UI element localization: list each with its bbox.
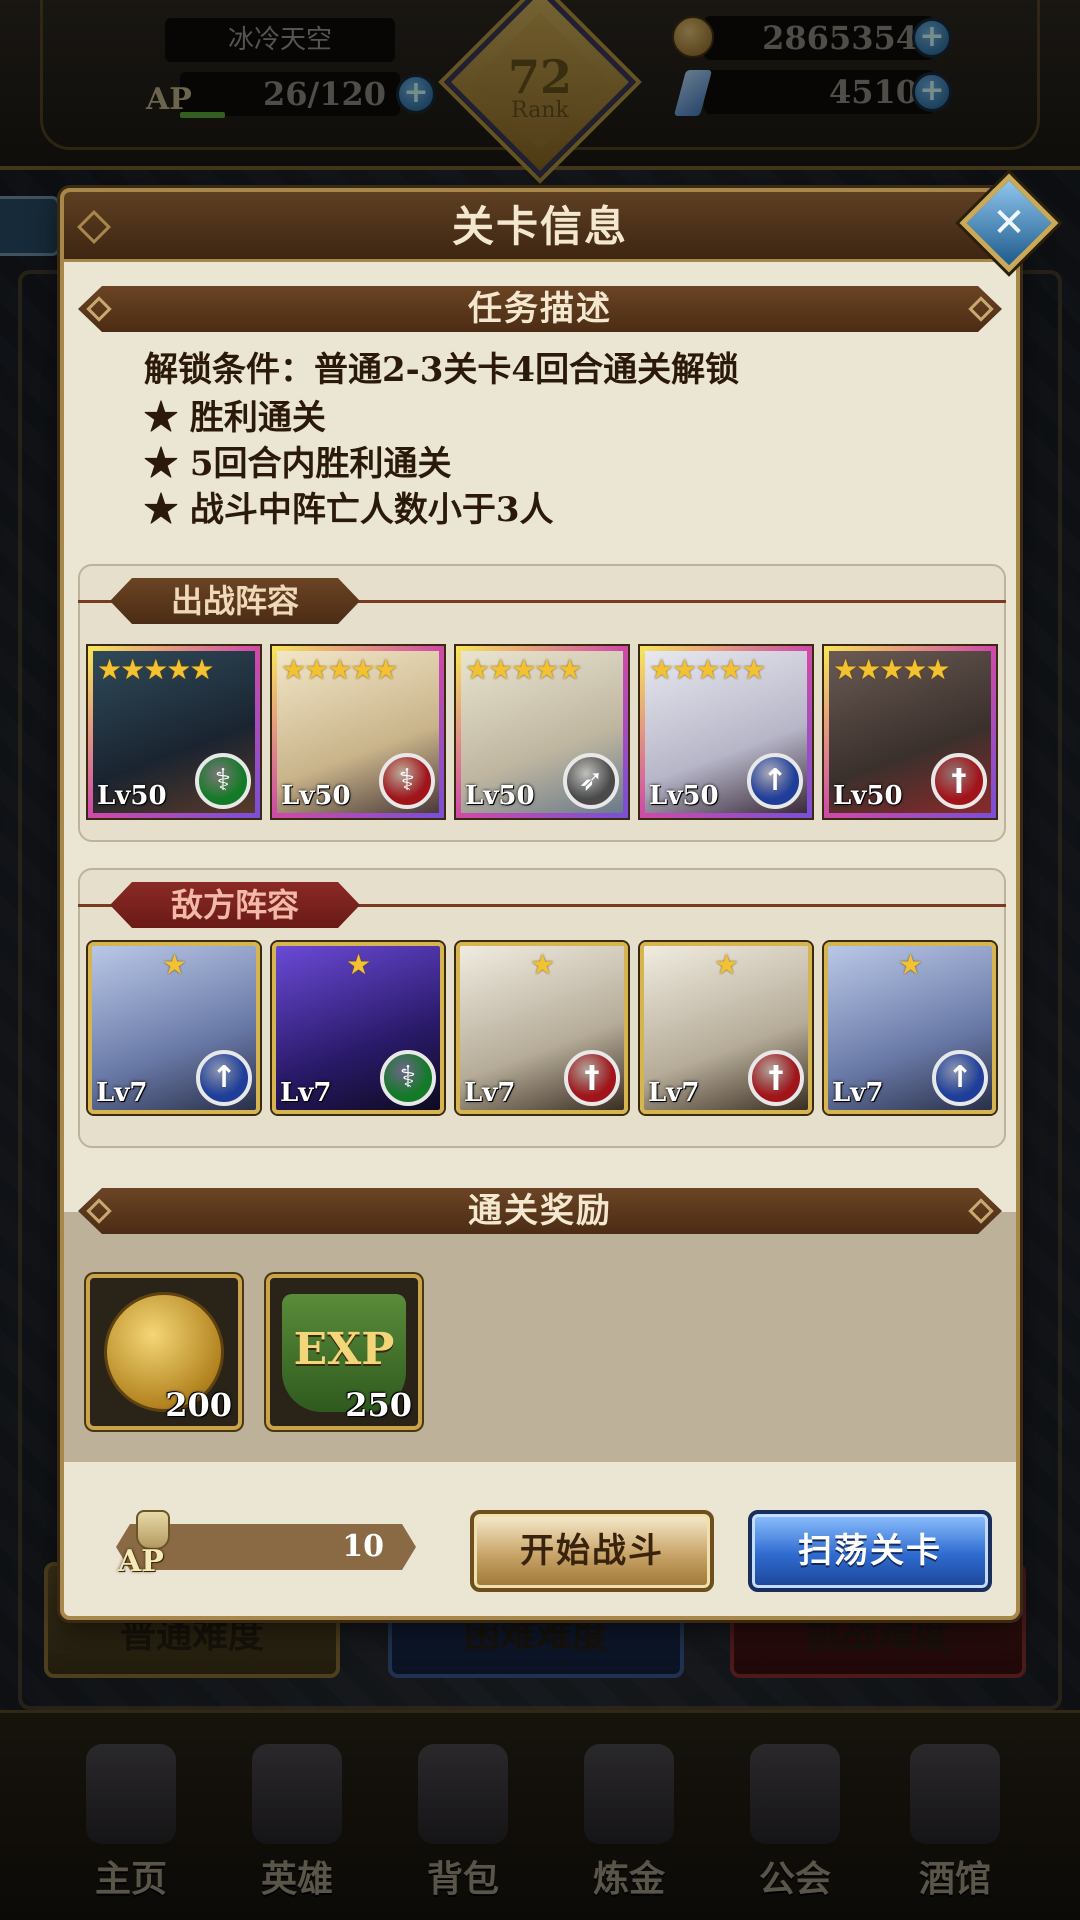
reward-gold-count: 200 bbox=[165, 1386, 232, 1424]
objective-item: ★ 胜利通关 bbox=[144, 398, 326, 438]
ally-unit-card[interactable]: ★★★★★ Lv50 ↑ bbox=[640, 646, 812, 818]
star-rating: ★ bbox=[898, 948, 923, 981]
star-rating: ★★★★★ bbox=[97, 653, 215, 686]
unit-level: Lv7 bbox=[832, 1078, 884, 1108]
staff-icon: ⚕ bbox=[195, 753, 251, 809]
ally-unit-card[interactable]: ★★★★★ Lv50 ⚕ bbox=[272, 646, 444, 818]
task-section-title: 任务描述 bbox=[468, 289, 612, 329]
sweep-stage-button[interactable]: 扫荡关卡 bbox=[748, 1510, 992, 1592]
enemy-unit-card[interactable]: ★ Lv7 † bbox=[640, 942, 812, 1114]
stage-info-dialog: 关卡信息 任务描述 解锁条件：普通2-3关卡4回合通关解锁 ★ 胜利通关 ★ 5… bbox=[60, 188, 1020, 1620]
unit-level: Lv50 bbox=[465, 781, 535, 811]
unit-level: Lv50 bbox=[649, 781, 719, 811]
enemy-team-title: 敌方阵容 bbox=[170, 886, 299, 924]
unit-level: Lv7 bbox=[648, 1078, 700, 1108]
spear-icon: ↑ bbox=[747, 753, 803, 809]
unit-level: Lv50 bbox=[833, 781, 903, 811]
unit-level: Lv50 bbox=[97, 781, 167, 811]
sword-icon: † bbox=[564, 1050, 620, 1106]
star-rating: ★★★★★ bbox=[465, 653, 583, 686]
star-rating: ★★★★★ bbox=[649, 653, 767, 686]
unit-level: Lv7 bbox=[96, 1078, 148, 1108]
unit-level: Lv50 bbox=[281, 781, 351, 811]
dialog-title: 关卡信息 bbox=[451, 202, 628, 251]
star-rating: ★ bbox=[714, 948, 739, 981]
star-rating: ★ bbox=[346, 948, 371, 981]
objective-item: ★ 5回合内胜利通关 bbox=[144, 444, 452, 484]
unlock-condition: 解锁条件：普通2-3关卡4回合通关解锁 bbox=[144, 350, 740, 390]
star-rating: ★★★★★ bbox=[281, 653, 399, 686]
ally-unit-card[interactable]: ★★★★★ Lv50 † bbox=[824, 646, 996, 818]
unit-level: Lv7 bbox=[464, 1078, 516, 1108]
exp-label: EXP bbox=[293, 1324, 395, 1375]
spear-icon: ↑ bbox=[932, 1050, 988, 1106]
reward-gold-item[interactable]: 200 bbox=[86, 1274, 242, 1430]
start-battle-button[interactable]: 开始战斗 bbox=[470, 1510, 714, 1592]
ally-unit-card[interactable]: ★★★★★ Lv50 ➶ bbox=[456, 646, 628, 818]
star-rating: ★★★★★ bbox=[833, 653, 951, 686]
ally-unit-card[interactable]: ★★★★★ Lv50 ⚕ bbox=[88, 646, 260, 818]
star-rating: ★ bbox=[162, 948, 187, 981]
staff-icon: ⚕ bbox=[380, 1050, 436, 1106]
close-icon[interactable]: ✕ bbox=[974, 188, 1044, 258]
sword-icon: † bbox=[748, 1050, 804, 1106]
enemy-unit-card[interactable]: ★ Lv7 ↑ bbox=[824, 942, 996, 1114]
reward-section-title: 通关奖励 bbox=[468, 1191, 612, 1231]
enemy-unit-card[interactable]: ★ Lv7 ↑ bbox=[88, 942, 260, 1114]
ally-team-title: 出战阵容 bbox=[170, 582, 299, 620]
reward-exp-count: 250 bbox=[345, 1386, 412, 1424]
reward-exp-item[interactable]: EXP 250 bbox=[266, 1274, 422, 1430]
ap-cost-value: 10 bbox=[342, 1529, 384, 1564]
enemy-unit-card[interactable]: ★ Lv7 † bbox=[456, 942, 628, 1114]
objective-item: ★ 战斗中阵亡人数小于3人 bbox=[144, 490, 554, 530]
spear-icon: ↑ bbox=[196, 1050, 252, 1106]
ap-potion-icon: AP bbox=[118, 1510, 182, 1579]
enemy-unit-card[interactable]: ★ Lv7 ⚕ bbox=[272, 942, 444, 1114]
staff-icon: ⚕ bbox=[379, 753, 435, 809]
unit-level: Lv7 bbox=[280, 1078, 332, 1108]
sword-icon: † bbox=[931, 753, 987, 809]
ap-cost-label: AP bbox=[118, 1544, 164, 1579]
bow-icon: ➶ bbox=[563, 753, 619, 809]
star-rating: ★ bbox=[530, 948, 555, 981]
